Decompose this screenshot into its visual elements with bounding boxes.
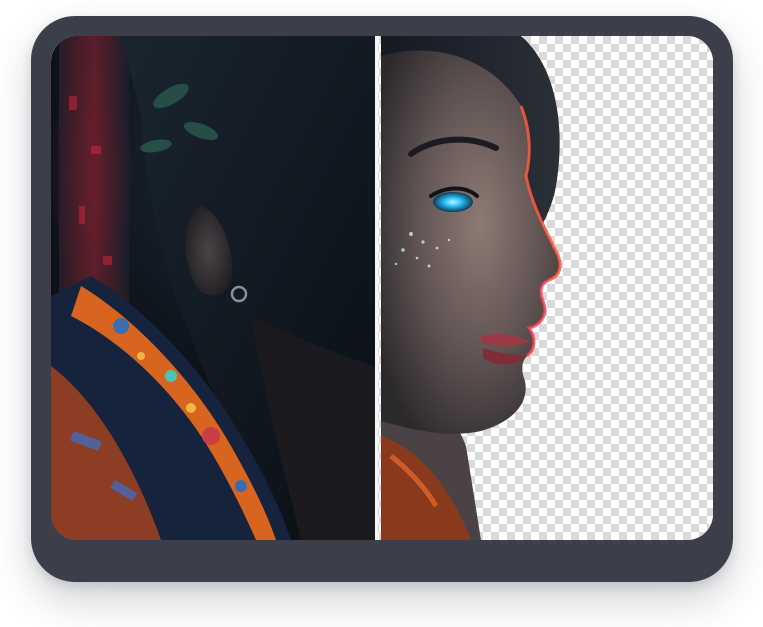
before-pane-original [51,36,375,540]
image-compare-frame [31,16,733,582]
image-compare-viewport[interactable] [51,36,713,540]
after-eye [433,192,473,212]
before-portrait-illustration [51,36,375,540]
split-handle-icon[interactable] [375,36,378,540]
